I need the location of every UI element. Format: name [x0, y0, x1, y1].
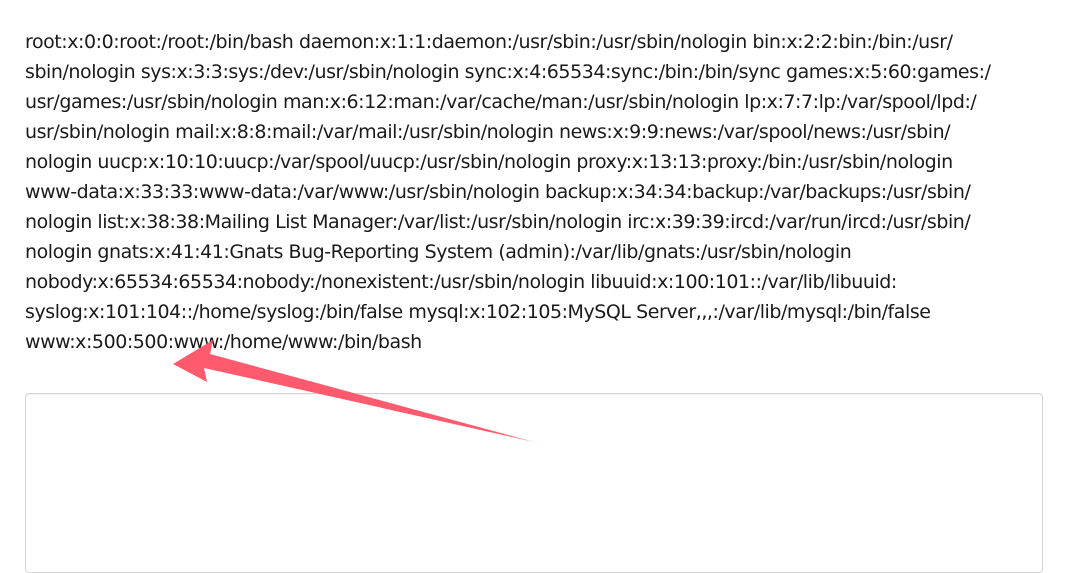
- output-line: nologin gnats:x:41:41:Gnats Bug-Reportin…: [25, 241, 852, 263]
- output-line: nologin list:x:38:38:Mailing List Manage…: [25, 211, 971, 233]
- output-line: root:x:0:0:root:/root:/bin/bash daemon:x…: [25, 31, 953, 53]
- output-line: syslog:x:101:104::/home/syslog:/bin/fals…: [25, 301, 931, 323]
- comment-textarea[interactable]: [25, 393, 1043, 573]
- output-line: www-data:x:33:33:www-data:/var/www:/usr/…: [25, 181, 971, 203]
- passwd-file-output: root:x:0:0:root:/root:/bin/bash daemon:x…: [25, 27, 1045, 357]
- output-line: nobody:x:65534:65534:nobody:/nonexistent…: [25, 271, 897, 293]
- output-line-highlighted: www:x:500:500:www:/home/www:/bin/bash: [25, 331, 422, 353]
- output-line: usr/sbin/nologin mail:x:8:8:mail:/var/ma…: [25, 121, 951, 143]
- output-line: usr/games:/usr/sbin/nologin man:x:6:12:m…: [25, 91, 977, 113]
- output-line: nologin uucp:x:10:10:uucp:/var/spool/uuc…: [25, 151, 953, 173]
- output-line: sbin/nologin sys:x:3:3:sys:/dev:/usr/sbi…: [25, 61, 991, 83]
